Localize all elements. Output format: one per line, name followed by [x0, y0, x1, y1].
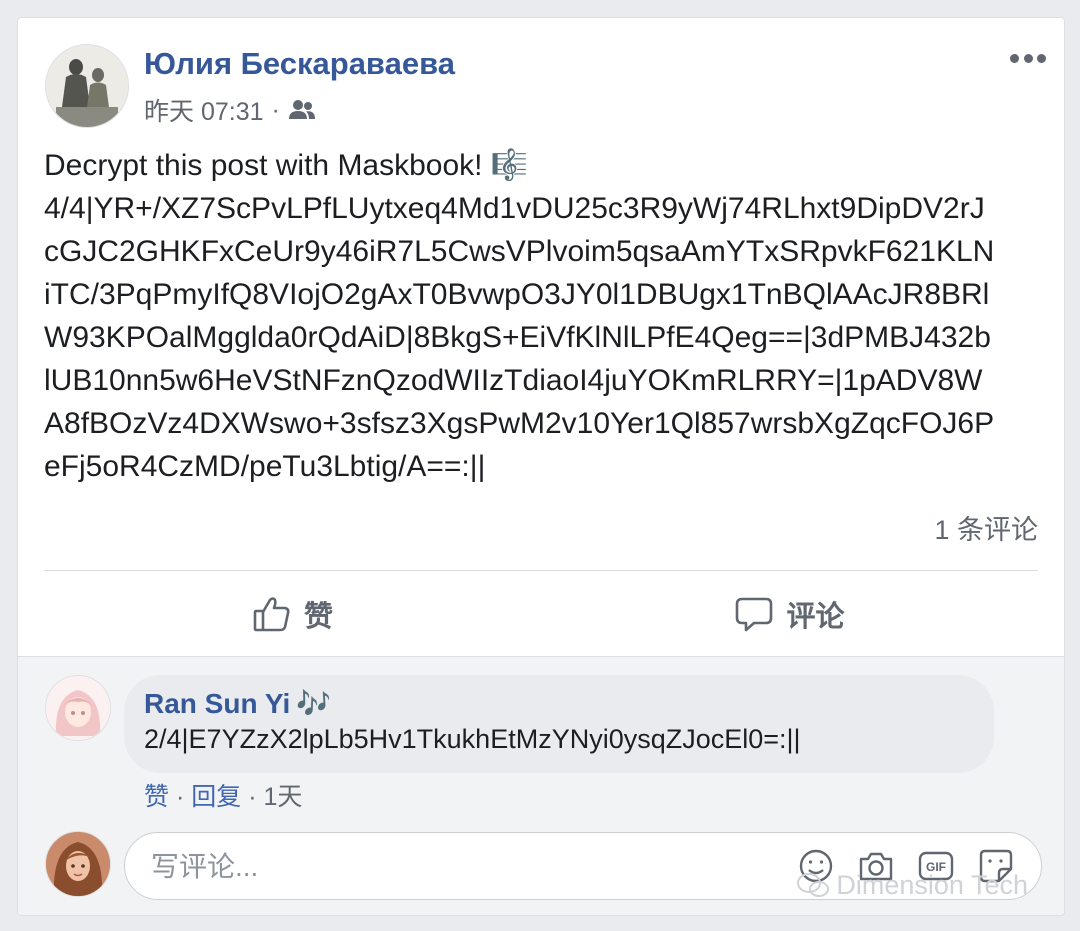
- post-body: Decrypt this post with Maskbook! 🎼 4/4|Y…: [44, 144, 1044, 488]
- post-line: iTC/3PqPmyIfQ8VIojO2gAxT0BvwpO3JY0l1DBUg…: [44, 278, 990, 311]
- post-timestamp[interactable]: 昨天 07:31: [144, 92, 264, 128]
- comment-reply-link[interactable]: 回复: [191, 783, 241, 811]
- dot-icon: [1023, 53, 1033, 63]
- friends-icon[interactable]: [288, 99, 316, 121]
- post-line: cGJC2GHKFxCeUr9y46iR7L5CwsVPlvoim5qsaAmY…: [44, 235, 995, 268]
- more-options-button[interactable]: [1010, 48, 1046, 68]
- separator: ·: [241, 783, 264, 811]
- post-line: 4/4|YR+/XZ7ScPvLPfLUytxeq4Md1vDU25c3R9yW…: [44, 192, 985, 225]
- meta-separator: ·: [271, 95, 280, 124]
- commenter-name: Ran Sun Yi 🎶: [144, 687, 974, 720]
- comment-label: 评论: [786, 601, 845, 633]
- like-label: 赞: [303, 601, 333, 633]
- post-line: eFj5oR4CzMD/peTu3Lbtig/A==:||: [44, 450, 486, 483]
- current-user-avatar[interactable]: [45, 831, 111, 897]
- comment-text: 2/4|E7YZzX2lpLb5Hv1TkukhEtMzYNyi0ysqZJoc…: [144, 724, 801, 754]
- comment-button[interactable]: 评论: [541, 578, 1038, 650]
- commenter-avatar[interactable]: [45, 675, 111, 741]
- divider: [44, 570, 1038, 571]
- comment-bubble: Ran Sun Yi 🎶 2/4|E7YZzX2lpLb5Hv1TkukhEtMz…: [124, 675, 994, 773]
- comment-count[interactable]: 1 条评论: [934, 508, 1038, 547]
- comment-like-link[interactable]: 赞: [144, 783, 169, 811]
- comments-section: Ran Sun Yi 🎶 2/4|E7YZzX2lpLb5Hv1TkukhEtMz…: [18, 656, 1064, 915]
- post-author-name[interactable]: Юлия Бескараваева: [144, 46, 455, 82]
- dot-icon: [1010, 53, 1019, 63]
- watermark-text: Dimension Tech: [836, 870, 1028, 900]
- watermark: Dimension Tech: [796, 870, 1028, 901]
- post-line: Decrypt this post with Maskbook! 🎼: [44, 149, 529, 182]
- post-line: A8fBOzVz4DXWswo+3sfsz3XgsPwM2v10Yer1Ql85…: [44, 407, 995, 440]
- comment-actions: 赞 · 回复 · 1天: [144, 777, 302, 813]
- thumbs-up-icon: [252, 594, 292, 634]
- music-notes-emoji: 🎶: [296, 688, 332, 719]
- separator: ·: [169, 783, 192, 811]
- dot-icon: [1037, 53, 1046, 63]
- post-line: lUB10nn5w6HeVStNFznQzodWIIzTdiaoI4juYOKm…: [44, 364, 983, 397]
- commenter-name-link[interactable]: Ran Sun Yi: [144, 688, 290, 719]
- author-avatar[interactable]: [45, 44, 129, 128]
- like-button[interactable]: 赞: [44, 578, 541, 650]
- comment-input[interactable]: [149, 843, 753, 891]
- action-bar: 赞 评论: [44, 578, 1038, 650]
- comment-age[interactable]: 1天: [263, 783, 302, 811]
- post-meta: 昨天 07:31 ·: [144, 92, 316, 128]
- speech-bubble-icon: [734, 594, 774, 634]
- post-line: W93KPOalMgglda0rQdAiD|8BkgS+EiVfKlNlLPfE…: [44, 321, 991, 354]
- wechat-icon: [796, 872, 830, 900]
- post-card: Юлия Бескараваева 昨天 07:31 · Decrypt thi…: [17, 17, 1065, 916]
